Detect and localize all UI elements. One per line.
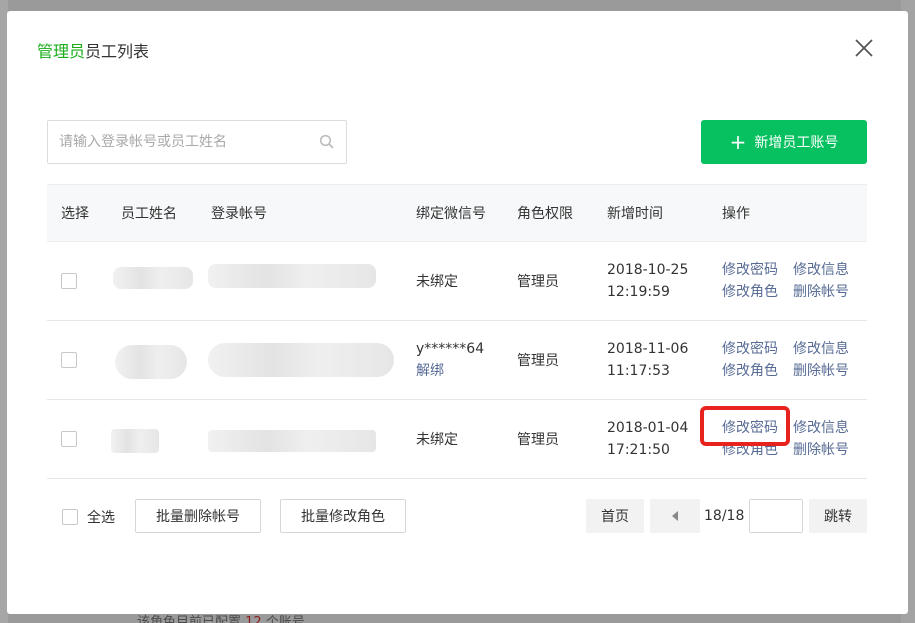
page-indicator: 18/18 bbox=[704, 508, 745, 524]
modal-title-role: 管理员 bbox=[37, 42, 86, 61]
header-login: 登录帐号 bbox=[211, 206, 267, 222]
row-time: 11:17:53 bbox=[607, 363, 670, 379]
change-password-link[interactable]: 修改密码 bbox=[722, 338, 793, 360]
row-created-time: 2018-11-06 11:17:53 bbox=[607, 321, 688, 399]
redacted-login bbox=[208, 343, 394, 377]
prev-page-button[interactable] bbox=[650, 499, 700, 533]
row-created-time: 2018-10-25 12:19:59 bbox=[607, 242, 688, 320]
row-time: 17:21:50 bbox=[607, 442, 670, 458]
row-wechat: 未绑定 bbox=[416, 274, 458, 290]
redacted-login bbox=[208, 264, 376, 288]
delete-account-link[interactable]: 删除帐号 bbox=[793, 281, 849, 303]
jump-button[interactable]: 跳转 bbox=[809, 499, 867, 533]
table-row: 未绑定 管理员 2018-01-04 17:21:50 修改密码 修改信息 修改… bbox=[47, 400, 867, 479]
change-role-link[interactable]: 修改角色 bbox=[722, 281, 793, 303]
background-footer-suffix: 个账号 bbox=[265, 615, 305, 623]
row-role: 管理员 bbox=[517, 432, 559, 448]
row-created-time: 2018-01-04 17:21:50 bbox=[607, 400, 688, 478]
row-checkbox[interactable] bbox=[61, 273, 77, 289]
batch-change-role-button[interactable]: 批量修改角色 bbox=[280, 499, 406, 533]
table-header: 选择 员工姓名 登录帐号 绑定微信号 角色权限 新增时间 操作 bbox=[47, 184, 867, 242]
table-row: y******64 解绑 管理员 2018-11-06 11:17:53 修改密… bbox=[47, 321, 867, 400]
unbind-link[interactable]: 解绑 bbox=[416, 360, 444, 382]
select-all-checkbox[interactable] bbox=[62, 509, 78, 525]
change-role-link[interactable]: 修改角色 bbox=[722, 360, 793, 382]
close-icon bbox=[855, 39, 873, 57]
change-password-link[interactable]: 修改密码 bbox=[722, 417, 793, 439]
redacted-name bbox=[113, 267, 193, 289]
add-staff-button[interactable]: + 新增员工账号 bbox=[701, 120, 867, 164]
row-checkbox[interactable] bbox=[61, 431, 77, 447]
row-select-cell bbox=[61, 242, 77, 320]
row-ops: 修改密码 修改信息 修改角色 删除帐号 bbox=[722, 242, 849, 320]
staff-table: 选择 员工姓名 登录帐号 绑定微信号 角色权限 新增时间 操作 未绑定 管理员 … bbox=[47, 184, 867, 479]
search-icon[interactable] bbox=[319, 134, 335, 150]
add-staff-label: 新增员工账号 bbox=[754, 135, 839, 151]
header-time: 新增时间 bbox=[607, 206, 663, 222]
background-footer-count: 12 bbox=[245, 615, 262, 623]
redacted-name bbox=[115, 345, 187, 379]
change-role-link[interactable]: 修改角色 bbox=[722, 439, 793, 461]
row-select-cell bbox=[61, 400, 77, 478]
page-number-input[interactable] bbox=[749, 499, 803, 533]
row-checkbox[interactable] bbox=[61, 352, 77, 368]
row-ops: 修改密码 修改信息 修改角色 删除帐号 bbox=[722, 400, 849, 478]
batch-delete-button[interactable]: 批量删除帐号 bbox=[135, 499, 261, 533]
row-wechat: 未绑定 bbox=[416, 432, 458, 448]
row-date: 2018-10-25 bbox=[607, 262, 689, 278]
header-select: 选择 bbox=[61, 206, 89, 222]
header-ops: 操作 bbox=[722, 206, 750, 222]
delete-account-link[interactable]: 删除帐号 bbox=[793, 360, 849, 382]
header-wechat: 绑定微信号 bbox=[416, 206, 486, 222]
row-date: 2018-01-04 bbox=[607, 420, 689, 436]
row-wechat-cell: y******64 解绑 bbox=[416, 321, 484, 399]
plus-icon: + bbox=[729, 130, 747, 154]
row-role: 管理员 bbox=[517, 274, 559, 290]
row-select-cell bbox=[61, 321, 77, 399]
redacted-login bbox=[208, 430, 376, 452]
change-info-link[interactable]: 修改信息 bbox=[793, 417, 849, 439]
caret-left-icon bbox=[672, 511, 678, 521]
change-info-link[interactable]: 修改信息 bbox=[793, 338, 849, 360]
header-role: 角色权限 bbox=[517, 206, 573, 222]
delete-account-link[interactable]: 删除帐号 bbox=[793, 439, 849, 461]
change-password-link[interactable]: 修改密码 bbox=[722, 259, 793, 281]
modal-title-text: 员工列表 bbox=[85, 42, 150, 61]
modal-title: 管理员员工列表 bbox=[37, 38, 149, 62]
background-footer-prefix: 该角色目前已配置 bbox=[137, 615, 242, 623]
search-box bbox=[47, 120, 347, 164]
row-time: 12:19:59 bbox=[607, 284, 670, 300]
redacted-name bbox=[111, 429, 159, 453]
row-date: 2018-11-06 bbox=[607, 341, 689, 357]
select-all-label: 全选 bbox=[87, 510, 115, 526]
close-button[interactable] bbox=[853, 37, 875, 59]
row-role: 管理员 bbox=[517, 353, 559, 369]
table-row: 未绑定 管理员 2018-10-25 12:19:59 修改密码 修改信息 修改… bbox=[47, 242, 867, 321]
header-name: 员工姓名 bbox=[121, 206, 177, 222]
change-info-link[interactable]: 修改信息 bbox=[793, 259, 849, 281]
row-ops: 修改密码 修改信息 修改角色 删除帐号 bbox=[722, 321, 849, 399]
row-wechat: y******64 bbox=[416, 341, 485, 357]
select-all[interactable]: 全选 bbox=[62, 507, 115, 527]
first-page-button[interactable]: 首页 bbox=[586, 499, 644, 533]
search-input[interactable] bbox=[48, 121, 308, 163]
